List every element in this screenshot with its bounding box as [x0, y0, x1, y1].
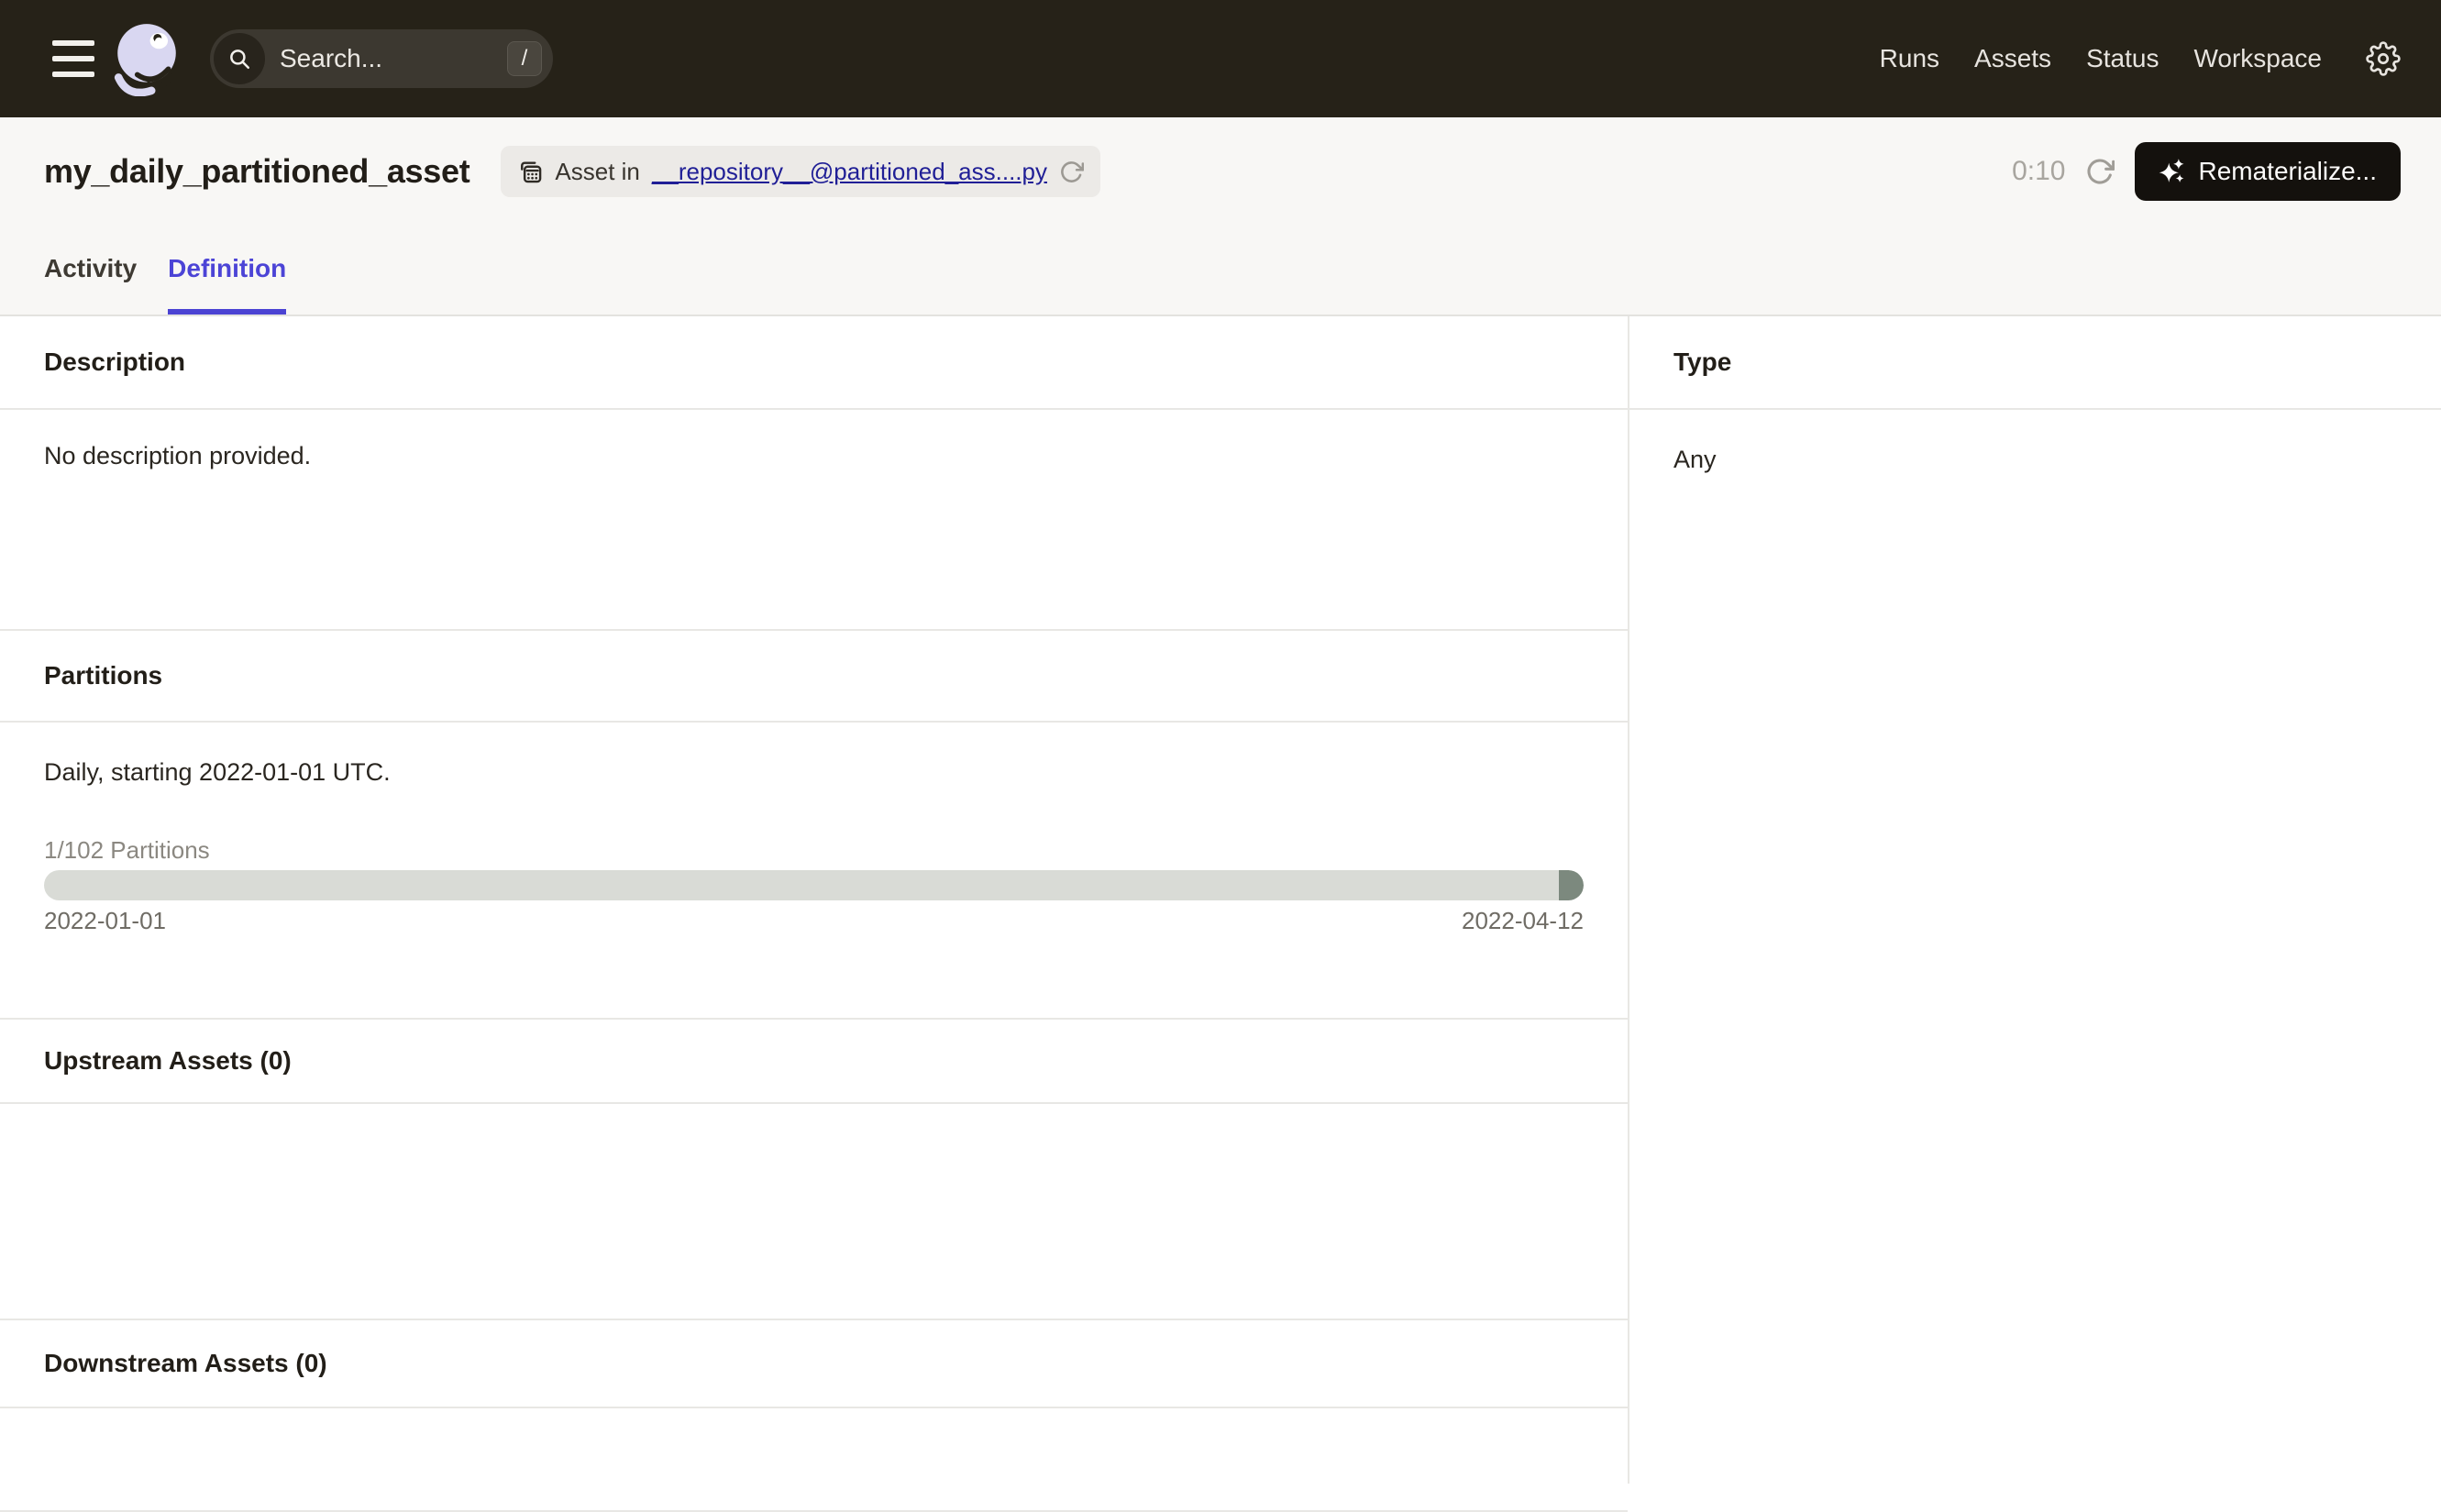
rematerialize-label: Rematerialize... — [2198, 157, 2377, 186]
partition-progress-fill — [1559, 870, 1584, 900]
partition-range-end: 2022-04-12 — [1462, 905, 1584, 936]
partitions-summary: Daily, starting 2022-01-01 UTC. — [44, 756, 1584, 789]
description-heading: Description — [0, 316, 1628, 410]
repository-icon — [517, 159, 543, 184]
type-heading: Type — [1629, 316, 2441, 410]
partitions-count-label: 1/102 Partitions — [44, 834, 1584, 866]
dagster-logo-icon[interactable] — [109, 11, 184, 106]
description-body: No description provided. — [0, 410, 1628, 631]
nav-right: Runs Assets Status Workspace — [1880, 41, 2401, 76]
nav-item-workspace[interactable]: Workspace — [2193, 44, 2322, 73]
upstream-assets-heading: Upstream Assets (0) — [0, 1020, 1628, 1104]
asset-location-badge: Asset in __repository__@partitioned_ass.… — [501, 146, 1100, 197]
downstream-assets-body — [0, 1408, 1628, 1512]
right-column: Type Any — [1629, 316, 2441, 1484]
page-title: my_daily_partitioned_asset — [44, 152, 469, 191]
asset-badge-prefix: Asset in — [555, 158, 640, 186]
search-shortcut-key: / — [507, 41, 542, 76]
reload-location-icon[interactable] — [1059, 160, 1084, 184]
page-header: my_daily_partitioned_asset Asset in __re… — [0, 117, 2441, 316]
left-column: Description No description provided. Par… — [0, 316, 1629, 1484]
search-icon — [214, 33, 265, 84]
sparkles-icon — [2159, 158, 2186, 185]
definition-content: Description No description provided. Par… — [0, 316, 2441, 1484]
nav-item-status[interactable]: Status — [2086, 44, 2159, 73]
settings-gear-icon[interactable] — [2366, 41, 2401, 76]
partitions-body: Daily, starting 2022-01-01 UTC. 1/102 Pa… — [0, 756, 1628, 1020]
partition-range-start: 2022-01-01 — [44, 905, 166, 936]
refresh-timer: 0:10 — [2012, 156, 2065, 187]
nav-left: / — [52, 11, 553, 106]
tab-activity[interactable]: Activity — [44, 223, 137, 315]
asset-tabs: Activity Definition — [44, 223, 286, 315]
refresh-icon[interactable] — [2085, 157, 2115, 186]
partitions-heading: Partitions — [0, 631, 1628, 723]
type-value: Any — [1629, 410, 2441, 509]
nav-item-runs[interactable]: Runs — [1880, 44, 1939, 73]
top-nav: / Runs Assets Status Workspace — [0, 0, 2441, 117]
partition-progress-bar — [44, 870, 1584, 900]
rematerialize-button[interactable]: Rematerialize... — [2135, 142, 2401, 201]
tab-definition[interactable]: Definition — [168, 223, 286, 315]
menu-icon[interactable] — [52, 40, 94, 77]
nav-item-assets[interactable]: Assets — [1974, 44, 2051, 73]
downstream-assets-heading: Downstream Assets (0) — [0, 1320, 1628, 1408]
search-bar[interactable]: / — [210, 29, 553, 88]
code-location-link[interactable]: __repository__@partitioned_ass....py — [652, 158, 1047, 186]
upstream-assets-body — [0, 1104, 1628, 1320]
